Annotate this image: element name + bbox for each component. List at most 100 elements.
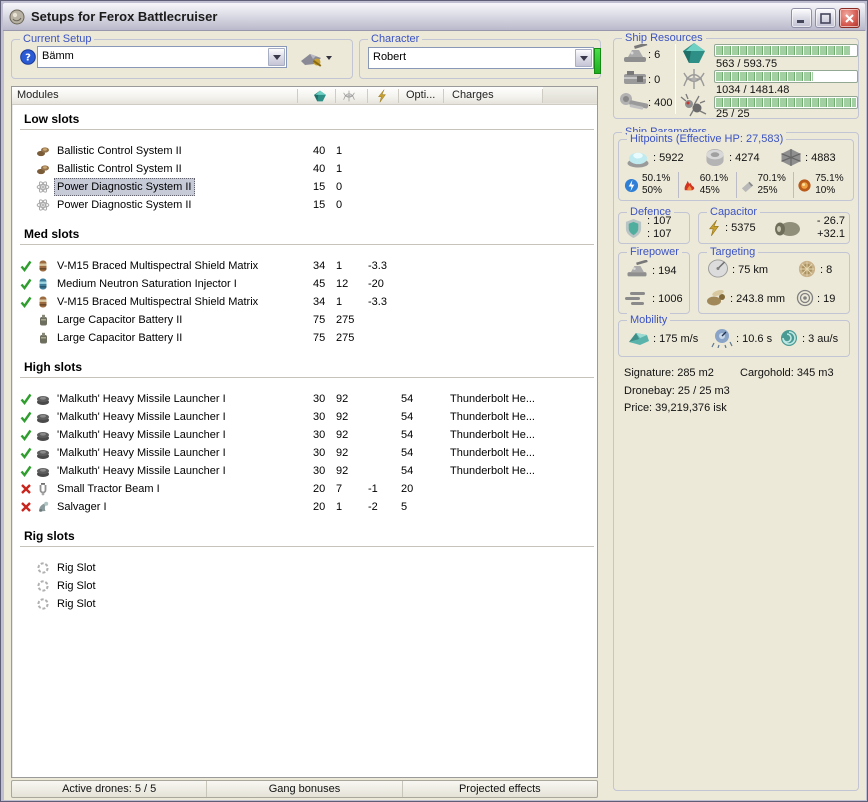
capacitor-column-icon[interactable] [375, 89, 389, 103]
module-row[interactable]: Small Tractor Beam I 20 7 -1 20 [12, 480, 597, 498]
module-cpu: 30 [313, 465, 326, 477]
charges-column-header[interactable]: Charges [452, 89, 494, 101]
module-row[interactable]: Rig Slot [12, 595, 597, 613]
module-opti: 54 [401, 411, 414, 423]
optimal-column-header[interactable]: Opti... [406, 89, 435, 101]
character-combobox-value: Robert [373, 51, 407, 63]
module-charges: Thunderbolt He... [450, 447, 535, 459]
shield-hp-icon [625, 147, 651, 168]
module-row[interactable]: Large Capacitor Battery II 75 275 [12, 329, 597, 347]
bottom-panel-toggle-1[interactable]: Gang bonuses [206, 781, 401, 797]
module-offline-x-icon[interactable] [20, 483, 32, 495]
module-offline-x-icon[interactable] [20, 501, 32, 513]
speed-value: : 175 m/s [653, 333, 699, 345]
module-row[interactable]: Rig Slot [12, 577, 597, 595]
powergrid-icon [680, 68, 708, 90]
minimize-button[interactable] [791, 8, 812, 28]
module-row[interactable]: Large Capacitor Battery II 75 275 [12, 311, 597, 329]
module-active-check-icon[interactable] [20, 278, 32, 290]
modules-list-header: Modules Opti... Charges [12, 87, 597, 105]
module-row[interactable]: Power Diagnostic System II 15 0 [12, 178, 597, 196]
max-targets-icon [797, 260, 817, 278]
signature-radius-icon [705, 289, 729, 307]
module-active-check-icon[interactable] [20, 429, 32, 441]
module-active-check-icon[interactable] [20, 411, 32, 423]
module-name[interactable]: Salvager I [54, 498, 110, 516]
module-name[interactable]: 'Malkuth' Heavy Missile Launcher I [54, 462, 229, 480]
module-active-check-icon[interactable] [20, 447, 32, 459]
module-row[interactable]: Rig Slot [12, 559, 597, 577]
character-combobox-arrow[interactable] [575, 49, 592, 67]
section-title: Rig slots [24, 529, 75, 543]
armor-hp-value: : 4274 [729, 152, 760, 164]
module-row[interactable]: Medium Neutron Saturation Injector I 45 12… [12, 275, 597, 293]
module-row[interactable]: V-M15 Braced Multispectral Shield Matrix… [12, 257, 597, 275]
module-row[interactable]: Ballistic Control System II 40 1 [12, 142, 597, 160]
powergrid-column-icon[interactable] [342, 89, 356, 103]
module-row[interactable]: 'Malkuth' Heavy Missile Launcher I 30 92 54… [12, 462, 597, 480]
cpu-column-icon[interactable] [313, 89, 327, 103]
module-row[interactable]: 'Malkuth' Heavy Missile Launcher I 30 92 54… [12, 426, 597, 444]
explosive-resist-icon [797, 178, 812, 193]
module-row[interactable]: Ballistic Control System II 40 1 [12, 160, 597, 178]
module-name[interactable]: Power Diagnostic System II [54, 178, 195, 196]
section-underline [20, 546, 594, 547]
setup-combobox[interactable]: Bämm [37, 46, 287, 68]
module-pg: 7 [336, 483, 343, 495]
module-name[interactable]: Ballistic Control System II [54, 160, 185, 178]
module-cpu: 75 [313, 332, 326, 344]
module-charges: Thunderbolt He... [450, 411, 535, 423]
module-cpu: 40 [313, 145, 326, 157]
kinetic-resist-cell: 70.1% 25% [735, 172, 794, 198]
missile-launcher-icon [36, 392, 50, 406]
module-active-check-icon[interactable] [20, 465, 32, 477]
module-row[interactable]: Salvager I 20 1 -2 5 [12, 498, 597, 516]
module-name[interactable]: Large Capacitor Battery II [54, 329, 185, 347]
module-name[interactable]: V-M15 Braced Multispectral Shield Matrix [54, 257, 261, 275]
module-name[interactable]: 'Malkuth' Heavy Missile Launcher I [54, 408, 229, 426]
module-name[interactable]: Ballistic Control System II [54, 142, 185, 160]
module-name[interactable]: Rig Slot [54, 595, 99, 613]
bottom-panel-toggle-2[interactable]: Projected effects [401, 781, 597, 797]
module-row[interactable]: 'Malkuth' Heavy Missile Launcher I 30 92 54… [12, 444, 597, 462]
module-name[interactable]: Small Tractor Beam I [54, 480, 163, 498]
module-row[interactable]: V-M15 Braced Multispectral Shield Matrix… [12, 293, 597, 311]
close-button[interactable] [839, 8, 860, 28]
firepower-turret-icon [624, 260, 650, 279]
module-cpu: 15 [313, 199, 326, 211]
bottom-panel-toggle-0[interactable]: Active drones: 5 / 5 [12, 781, 206, 797]
module-name[interactable]: Rig Slot [54, 559, 99, 577]
module-name[interactable]: Large Capacitor Battery II [54, 311, 185, 329]
help-icon[interactable]: ? [20, 49, 36, 65]
module-name[interactable]: V-M15 Braced Multispectral Shield Matrix [54, 293, 261, 311]
module-name[interactable]: 'Malkuth' Heavy Missile Launcher I [54, 426, 229, 444]
module-active-check-icon[interactable] [20, 260, 32, 272]
module-opti: 20 [401, 483, 414, 495]
module-name[interactable]: Medium Neutron Saturation Injector I [54, 275, 240, 293]
rig-slot-icon [36, 597, 50, 611]
module-active-check-icon[interactable] [20, 393, 32, 405]
current-setup-label: Current Setup [20, 32, 95, 46]
setup-actions-button[interactable] [297, 47, 334, 69]
character-label: Character [368, 32, 423, 46]
maximize-button[interactable] [815, 8, 836, 28]
module-cpu: 34 [313, 296, 326, 308]
module-pg: 92 [336, 393, 349, 405]
turret-slots-icon [620, 44, 650, 64]
module-active-check-icon[interactable] [20, 296, 32, 308]
modules-column-header[interactable]: Modules [17, 89, 59, 101]
character-combobox[interactable]: Robert [368, 47, 594, 69]
module-name[interactable]: 'Malkuth' Heavy Missile Launcher I [54, 444, 229, 462]
module-pg: 275 [336, 314, 355, 326]
module-name[interactable]: Power Diagnostic System II [54, 196, 195, 214]
module-cap: -1 [368, 483, 378, 495]
module-row[interactable]: 'Malkuth' Heavy Missile Launcher I 30 92 54… [12, 408, 597, 426]
module-row[interactable]: Power Diagnostic System II 15 0 [12, 196, 597, 214]
defence-value-2: : 107 [647, 228, 672, 240]
setup-combobox-arrow[interactable] [268, 48, 285, 66]
structure-hp-value: : 4883 [805, 152, 836, 164]
structure-hp-icon [779, 148, 803, 167]
module-name[interactable]: Rig Slot [54, 577, 99, 595]
module-name[interactable]: 'Malkuth' Heavy Missile Launcher I [54, 390, 229, 408]
module-row[interactable]: 'Malkuth' Heavy Missile Launcher I 30 92 54… [12, 390, 597, 408]
